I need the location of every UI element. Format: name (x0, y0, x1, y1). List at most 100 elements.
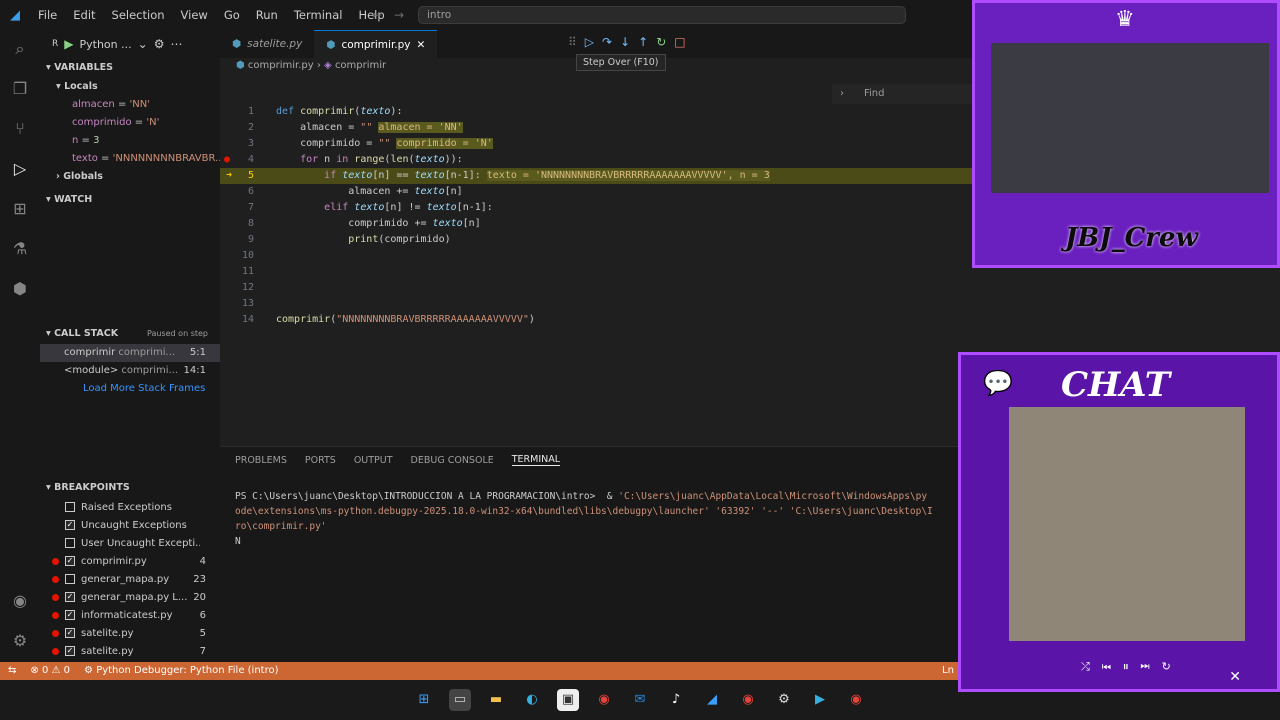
tab-ports[interactable]: PORTS (305, 455, 336, 466)
task-view-icon[interactable]: ▭ (449, 689, 471, 711)
drag-handle-icon[interactable]: ⠿ (568, 35, 577, 49)
nav-arrows[interactable]: ←→ (372, 8, 416, 22)
call-stack-header[interactable]: ▾ CALL STACK Paused on step (40, 324, 220, 344)
python-file-icon: ⬢ (236, 60, 245, 71)
source-control-icon[interactable]: ⑂ (9, 118, 31, 140)
menu-terminal[interactable]: Terminal (286, 8, 351, 22)
breakpoint-checkbox[interactable]: ✓ (65, 646, 75, 656)
chrome-icon[interactable]: ◉ (593, 689, 615, 711)
settings-gear-icon[interactable]: ⚙ (9, 630, 31, 652)
watch-header[interactable]: ▾ WATCH (40, 190, 220, 210)
testing-icon[interactable]: ⚗ (9, 238, 31, 260)
variable-row[interactable]: almacen = 'NN' (40, 96, 220, 114)
explorer-icon[interactable]: ❐ (9, 78, 31, 100)
breakpoint-checkbox[interactable] (65, 502, 75, 512)
breadcrumb-file[interactable]: comprimir.py (248, 60, 314, 71)
menu-go[interactable]: Go (216, 8, 248, 22)
load-more-frames-link[interactable]: Load More Stack Frames (40, 380, 220, 398)
variable-row[interactable]: texto = 'NNNNNNNNBRAVBR... (40, 150, 220, 168)
tab-output[interactable]: OUTPUT (354, 455, 393, 466)
breadcrumb-symbol[interactable]: comprimir (335, 60, 386, 71)
breakpoint-item[interactable]: User Uncaught Excepti... (40, 534, 220, 552)
breakpoint-checkbox[interactable]: ✓ (65, 610, 75, 620)
more-icon[interactable]: ⋯ (170, 37, 182, 51)
stop-icon[interactable]: □ (674, 35, 685, 49)
restart-icon[interactable]: ↻ (656, 35, 666, 49)
crew-logo: JBJ_Crew (1065, 223, 1198, 253)
breakpoint-dot-icon (52, 557, 59, 565)
variable-row[interactable]: comprimido = 'N' (40, 114, 220, 132)
breakpoints-header[interactable]: ▾ BREAKPOINTS (40, 478, 220, 498)
app-icon[interactable]: ♪ (665, 689, 687, 711)
video-icon[interactable]: ▶ (809, 689, 831, 711)
menu-view[interactable]: View (173, 8, 216, 22)
locals-header[interactable]: ▾ Locals (40, 78, 220, 96)
account-icon[interactable]: ◉ (9, 590, 31, 612)
menu-run[interactable]: Run (248, 8, 286, 22)
line-indicator[interactable]: Ln (942, 662, 954, 680)
breakpoint-checkbox[interactable]: ✓ (65, 556, 75, 566)
debug-config-select[interactable]: Python ... (80, 38, 132, 51)
close-icon[interactable]: ✕ (417, 31, 426, 59)
breakpoint-item[interactable]: ✓ Uncaught Exceptions (40, 516, 220, 534)
chrome-icon[interactable]: ◉ (845, 689, 867, 711)
step-over-icon[interactable]: ↷ (602, 35, 612, 49)
breakpoint-item[interactable]: ✓ satelite.py 5 (40, 624, 220, 642)
file-explorer-icon[interactable]: ▬ (485, 689, 507, 711)
breakpoint-checkbox[interactable] (65, 538, 75, 548)
remote-icon[interactable]: ⇆ (8, 662, 16, 680)
gear-icon[interactable]: ⚙ (154, 37, 165, 51)
menu-edit[interactable]: Edit (65, 8, 103, 22)
terminal-output[interactable]: PS C:\Users\juanc\Desktop\INTRODUCCION A… (220, 473, 960, 549)
breakpoint-dot-icon (52, 647, 59, 655)
find-widget[interactable]: › Find (832, 84, 972, 104)
breakpoint-item[interactable]: ✓ satelite.py 7 (40, 642, 220, 660)
problems-status[interactable]: ⊗ 0 ⚠ 0 (30, 662, 70, 680)
menu-file[interactable]: File (30, 8, 65, 22)
variables-header[interactable]: ▾ VARIABLES (40, 58, 220, 78)
debug-status[interactable]: ⚙ Python Debugger: Python File (intro) (84, 662, 278, 680)
media-player-controls[interactable]: ⤮⏮⏸⏭↻ (1081, 660, 1183, 674)
breakpoint-item[interactable]: generar_mapa.py 23 (40, 570, 220, 588)
settings-icon[interactable]: ⚙ (773, 689, 795, 711)
start-debug-icon[interactable]: ▶ (64, 37, 73, 51)
menu-selection[interactable]: Selection (104, 8, 173, 22)
breakpoint-item[interactable]: ✓ generar_mapa.py L... 20 (40, 588, 220, 606)
chevron-right-icon[interactable]: › (840, 84, 844, 104)
edge-icon[interactable]: ◐ (521, 689, 543, 711)
breakpoint-item[interactable]: ✓ comprimir.py 4 (40, 552, 220, 570)
breakpoint-checkbox[interactable]: ✓ (65, 592, 75, 602)
run-debug-icon[interactable]: ▷ (9, 158, 31, 180)
breakpoint-item[interactable]: ✓ informaticatest.py 6 (40, 606, 220, 624)
tab-problems[interactable]: PROBLEMS (235, 455, 287, 466)
search-icon[interactable]: ⌕ (9, 38, 31, 60)
python-icon[interactable]: ⬢ (9, 278, 31, 300)
globals-header[interactable]: › Globals (40, 168, 220, 186)
breakpoint-checkbox[interactable]: ✓ (65, 520, 75, 530)
step-out-icon[interactable]: ↑ (638, 35, 648, 49)
command-center-search[interactable]: intro (418, 6, 906, 24)
store-icon[interactable]: ▣ (557, 689, 579, 711)
mail-icon[interactable]: ✉ (629, 689, 651, 711)
tab-label: satelite.py (247, 38, 303, 50)
step-into-icon[interactable]: ↓ (620, 35, 630, 49)
stack-frame[interactable]: comprimir comprimi... 5:1 (40, 344, 220, 362)
breakpoint-item[interactable]: Raised Exceptions (40, 498, 220, 516)
extensions-icon[interactable]: ⊞ (9, 198, 31, 220)
find-input[interactable]: Find (864, 88, 885, 99)
tab-debug-console[interactable]: DEBUG CONSOLE (411, 455, 494, 466)
breakpoint-checkbox[interactable]: ✓ (65, 628, 75, 638)
tab-satelite[interactable]: ⬢ satelite.py (220, 30, 314, 58)
variable-row[interactable]: n = 3 (40, 132, 220, 150)
chevron-down-icon[interactable]: ⌄ (138, 37, 148, 51)
breakpoint-checkbox[interactable] (65, 574, 75, 584)
close-icon[interactable]: ✕ (1229, 669, 1241, 685)
stack-frame[interactable]: <module> comprimi... 14:1 (40, 362, 220, 380)
tab-terminal[interactable]: TERMINAL (511, 454, 561, 466)
windows-start-icon[interactable]: ⊞ (413, 689, 435, 711)
code-editor[interactable]: 1 def comprimir(texto): 2 almacen = "" al… (220, 102, 972, 432)
continue-icon[interactable]: ▷ (585, 35, 594, 49)
vscode-taskbar-icon[interactable]: ◢ (701, 689, 723, 711)
chrome-icon[interactable]: ◉ (737, 689, 759, 711)
tab-comprimir[interactable]: ⬢ comprimir.py ✕ (314, 30, 438, 59)
